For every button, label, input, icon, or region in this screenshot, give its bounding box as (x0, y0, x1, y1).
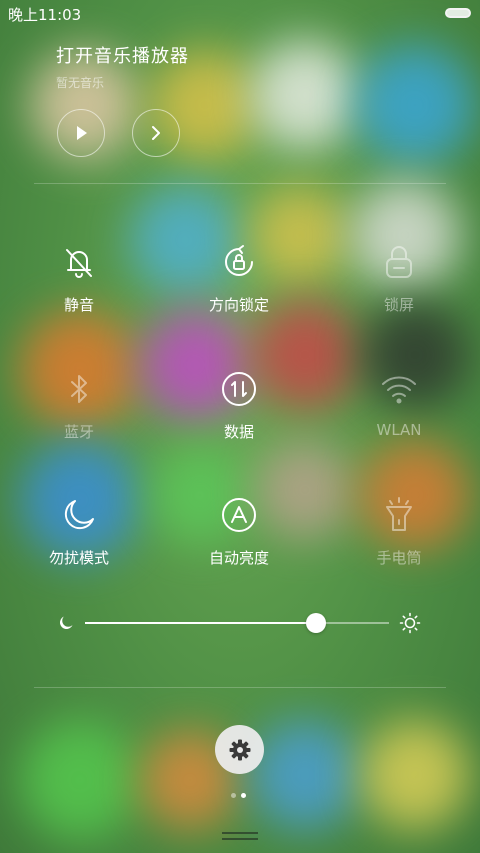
toggle-bluetooth[interactable]: 蓝牙 (19, 369, 139, 442)
slider-track[interactable] (85, 613, 389, 633)
play-button[interactable] (57, 109, 105, 157)
battery-icon (445, 8, 471, 18)
toggle-label: 方向锁定 (208, 296, 269, 314)
toggle-wlan[interactable]: WLAN (339, 369, 459, 439)
toggle-label: 蓝牙 (63, 423, 94, 441)
gear-icon (229, 739, 250, 760)
settings-button[interactable] (215, 725, 264, 774)
page-dot (241, 793, 246, 798)
lock-icon (379, 242, 419, 282)
data-transfer-icon (219, 369, 259, 409)
brightness-slider[interactable] (56, 608, 426, 638)
chevron-right-icon (152, 126, 160, 140)
wifi-icon (379, 369, 419, 409)
next-button[interactable] (132, 109, 180, 157)
slider-thumb[interactable] (306, 613, 326, 633)
toggle-label: 数据 (223, 423, 254, 441)
status-time: 晚上11:03 (8, 6, 82, 24)
toggle-auto-brightness[interactable]: 自动亮度 (179, 495, 299, 568)
bell-off-icon (59, 242, 99, 282)
auto-brightness-icon (219, 495, 259, 535)
divider (34, 687, 446, 688)
page-indicator (231, 793, 251, 799)
music-title[interactable]: 打开音乐播放器 (56, 42, 189, 68)
toggle-label: 静音 (63, 296, 94, 314)
toggle-label: WLAN (376, 421, 422, 439)
toggle-rotation-lock[interactable]: 方向锁定 (179, 242, 299, 315)
moon-icon (59, 495, 99, 535)
music-widget[interactable]: 打开音乐播放器 暂无音乐 (56, 42, 189, 91)
slider-fill (85, 622, 316, 624)
toggle-label: 勿扰模式 (48, 549, 109, 567)
toggle-label: 自动亮度 (208, 549, 269, 567)
toggle-flashlight[interactable]: 手电筒 (339, 495, 459, 568)
sun-icon (399, 612, 421, 634)
moon-small-icon (60, 616, 73, 629)
bluetooth-icon (59, 369, 99, 409)
toggle-label: 锁屏 (383, 296, 414, 314)
toggle-do-not-disturb[interactable]: 勿扰模式 (19, 495, 139, 568)
divider (34, 183, 446, 184)
toggle-label: 手电筒 (376, 549, 422, 567)
play-icon (77, 126, 87, 140)
status-bar: 晚上11:03 (0, 0, 480, 28)
rotation-lock-icon (219, 242, 259, 282)
toggle-mute[interactable]: 静音 (19, 242, 139, 315)
music-subtitle: 暂无音乐 (56, 76, 105, 90)
toggle-lock-screen[interactable]: 锁屏 (339, 242, 459, 315)
toggle-mobile-data[interactable]: 数据 (179, 369, 299, 442)
drag-handle[interactable] (222, 832, 258, 842)
page-dot (231, 793, 236, 798)
flashlight-icon (379, 495, 419, 535)
